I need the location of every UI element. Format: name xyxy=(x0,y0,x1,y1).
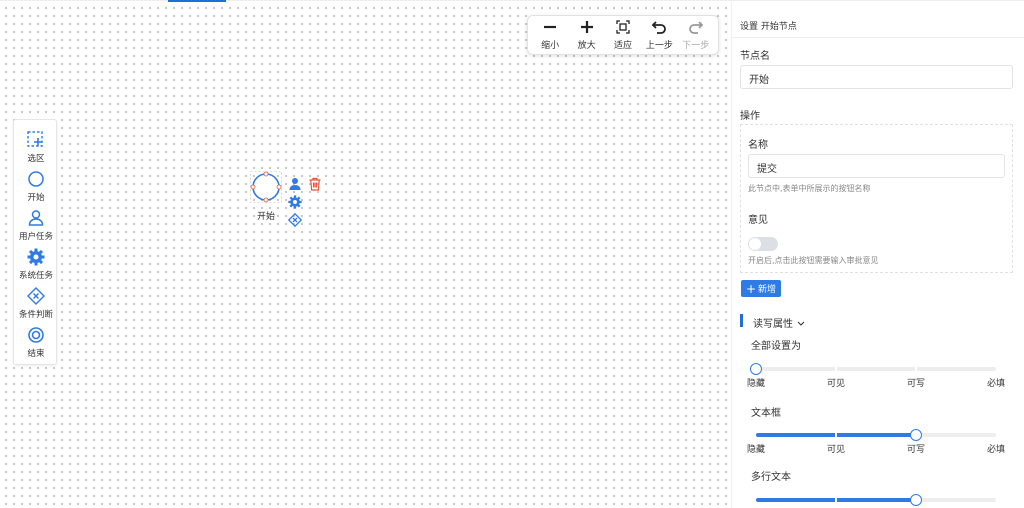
slider-thumb[interactable] xyxy=(750,363,762,375)
redo-button[interactable]: 下一步 xyxy=(679,19,713,51)
field-label-textbox: 文本框 xyxy=(751,408,781,419)
mark-hidden: 隐藏 xyxy=(746,445,766,455)
palette-item-user-task[interactable]: 用户任务 xyxy=(14,209,58,242)
plus-icon xyxy=(580,21,593,33)
gear-icon xyxy=(27,248,45,266)
plus-icon: + xyxy=(745,281,757,296)
opinion-hint: 开启后,点击此按钮需要输入审批意见 xyxy=(748,256,879,265)
redo-label: 下一步 xyxy=(682,41,710,51)
palette-start-label: 开始 xyxy=(27,193,45,203)
palette-end-label: 结束 xyxy=(27,349,45,359)
palette-item-system-task[interactable]: 系统任务 xyxy=(14,248,58,281)
palette-item-condition[interactable]: 条件判断 xyxy=(14,287,58,320)
button-name-input[interactable]: 提交 xyxy=(748,154,1005,178)
panel-divider xyxy=(732,37,1024,38)
zoom-in-label: 放大 xyxy=(577,41,596,51)
gateway-icon xyxy=(27,287,45,305)
chevron-down-icon xyxy=(797,321,805,326)
palette-item-start[interactable]: 开始 xyxy=(14,170,58,203)
undo-icon xyxy=(652,21,667,34)
node-name-input[interactable]: 开始 xyxy=(740,65,1013,89)
palette-condition-label: 条件判断 xyxy=(18,310,53,320)
end-event-icon xyxy=(28,327,44,343)
slider-marks: 隐藏 可见 可写 必填 xyxy=(746,376,1008,389)
button-name-hint: 此节点中,表单中所展示的按钮名称 xyxy=(748,184,871,193)
button-name-label: 名称 xyxy=(748,140,768,151)
mark-hidden: 隐藏 xyxy=(746,379,766,389)
palette-item-end[interactable]: 结束 xyxy=(14,326,58,359)
opinion-label: 意见 xyxy=(748,215,768,226)
app-root: 缩小 放大 适应 上一步 下一步 选区 开始 用户任务 系统任务 条件判断 结束… xyxy=(0,0,1024,508)
start-node-shape xyxy=(250,171,282,203)
append-gateway-icon[interactable] xyxy=(288,213,302,227)
mark-writable: 可写 xyxy=(906,379,926,389)
flow-canvas[interactable] xyxy=(0,2,731,508)
permission-slider-textbox[interactable] xyxy=(756,429,996,441)
mark-required: 必填 xyxy=(986,379,1006,389)
field-label-multiline: 多行文本 xyxy=(751,472,791,483)
slider-thumb[interactable] xyxy=(910,494,922,506)
node-name-label: 节点名 xyxy=(740,51,770,62)
trash-icon[interactable] xyxy=(308,177,322,191)
zoom-out-label: 缩小 xyxy=(541,41,560,51)
mark-required: 必填 xyxy=(986,445,1006,455)
zoom-out-button[interactable]: 缩小 xyxy=(533,19,567,51)
add-operation-button[interactable]: + 新增 xyxy=(741,280,781,297)
palette-system-task-label: 系统任务 xyxy=(18,271,53,281)
minus-icon xyxy=(544,25,557,29)
canvas-toolbar: 缩小 放大 适应 上一步 下一步 xyxy=(527,15,719,55)
fit-button[interactable]: 适应 xyxy=(606,19,640,51)
add-operation-label: 新增 xyxy=(758,285,777,295)
start-node[interactable] xyxy=(250,171,282,203)
operations-label: 操作 xyxy=(740,111,760,122)
user-icon xyxy=(28,210,44,226)
field-label-all: 全部设置为 xyxy=(751,341,801,352)
permission-slider-multiline[interactable] xyxy=(756,494,996,506)
section-accent xyxy=(740,314,743,327)
selection-icon xyxy=(27,131,43,147)
fit-label: 适应 xyxy=(613,41,632,51)
mark-visible: 可见 xyxy=(826,379,846,389)
slider-thumb[interactable] xyxy=(910,429,922,441)
palette-item-select[interactable]: 选区 xyxy=(14,131,58,164)
fit-view-icon xyxy=(616,20,630,34)
rw-section-toggle[interactable]: 读写属性 xyxy=(753,315,805,330)
palette-select-label: 选区 xyxy=(27,154,45,164)
mark-writable: 可写 xyxy=(906,445,926,455)
append-system-task-icon[interactable] xyxy=(288,195,302,209)
undo-button[interactable]: 上一步 xyxy=(642,19,676,51)
undo-label: 上一步 xyxy=(645,41,673,51)
palette-user-task-label: 用户任务 xyxy=(18,232,53,242)
permission-slider-all[interactable] xyxy=(750,363,996,375)
operation-item xyxy=(740,124,1013,273)
panel-title: 设置 开始节点 xyxy=(740,22,797,32)
node-palette: 选区 开始 用户任务 系统任务 条件判断 结束 xyxy=(13,119,57,365)
start-event-icon xyxy=(28,171,44,187)
append-user-task-icon[interactable] xyxy=(288,177,302,191)
slider-marks: 隐藏 可见 可写 必填 xyxy=(746,442,1008,455)
mark-visible: 可见 xyxy=(826,445,846,455)
properties-panel: 设置 开始节点 节点名 开始 操作 名称 提交 此节点中,表单中所展示的按钮名称… xyxy=(731,2,1024,508)
redo-icon xyxy=(688,21,704,34)
opinion-toggle[interactable] xyxy=(748,237,778,251)
rw-section-label: 读写属性 xyxy=(753,319,793,330)
zoom-in-button[interactable]: 放大 xyxy=(570,19,604,51)
start-node-label: 开始 xyxy=(256,212,275,222)
top-border xyxy=(0,0,1024,1)
